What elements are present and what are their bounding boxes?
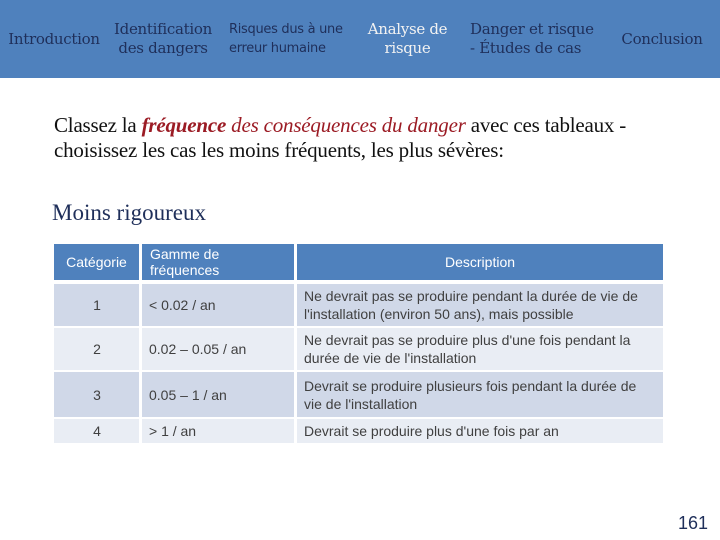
nav-item-label: Risques dus à une erreur humaine [229, 22, 343, 56]
cell-description: Devrait se produire plusieurs fois penda… [297, 372, 663, 419]
table-row: 1 < 0.02 / an Ne devrait pas se produire… [54, 284, 663, 328]
nav-item-conclusion[interactable]: Conclusion [612, 0, 712, 78]
nav-item-label: Identification des dangers [114, 20, 212, 57]
top-navigation: Introduction Identification des dangers … [0, 0, 720, 78]
cell-category: 1 [54, 284, 142, 328]
nav-item-risques-erreur-humaine[interactable]: Risques dus à une erreur humaine [229, 0, 354, 78]
cell-category: 3 [54, 372, 142, 419]
cell-description: Devrait se produire plus d'une fois par … [297, 419, 663, 445]
table-row: 3 0.05 – 1 / an Devrait se produire plus… [54, 372, 663, 419]
nav-item-introduction[interactable]: Introduction [4, 0, 104, 78]
nav-item-label: Conclusion [621, 29, 703, 48]
instructions-emphasis-bold: fréquence [141, 113, 227, 137]
instructions-text: Classez la fréquence des conséquences du… [54, 113, 634, 163]
nav-item-label: Analyse de risque [367, 20, 448, 57]
table-row: 4 > 1 / an Devrait se produire plus d'un… [54, 419, 663, 445]
header-gamme-frequences: Gamme de fréquences [142, 244, 297, 284]
cell-range: < 0.02 / an [142, 284, 297, 328]
cell-description: Ne devrait pas se produire plus d'une fo… [297, 328, 663, 372]
page-number: 161 [677, 513, 708, 533]
table-header-row: Catégorie Gamme de fréquences Descriptio… [54, 244, 663, 284]
nav-item-label: Introduction [8, 29, 100, 48]
nav-item-identification-des-dangers[interactable]: Identification des dangers [108, 0, 218, 78]
cell-range: > 1 / an [142, 419, 297, 445]
header-categorie: Catégorie [54, 244, 142, 284]
cell-category: 4 [54, 419, 142, 445]
cell-range: 0.02 – 0.05 / an [142, 328, 297, 372]
nav-item-analyse-de-risque[interactable]: Analyse de risque [360, 0, 455, 78]
nav-item-etudes-de-cas[interactable]: Danger et risque - Études de cas [470, 0, 596, 78]
instructions-emphasis: des conséquences du danger [226, 113, 466, 137]
cell-range: 0.05 – 1 / an [142, 372, 297, 419]
section-subtitle: Moins rigoureux [52, 200, 206, 225]
cell-category: 2 [54, 328, 142, 372]
frequency-table: Catégorie Gamme de fréquences Descriptio… [54, 244, 663, 445]
cell-description: Ne devrait pas se produire pendant la du… [297, 284, 663, 328]
header-description: Description [297, 244, 663, 284]
table-row: 2 0.02 – 0.05 / an Ne devrait pas se pro… [54, 328, 663, 372]
nav-item-label: Danger et risque - Études de cas [470, 20, 594, 57]
instructions-part1: Classez la [54, 113, 142, 137]
